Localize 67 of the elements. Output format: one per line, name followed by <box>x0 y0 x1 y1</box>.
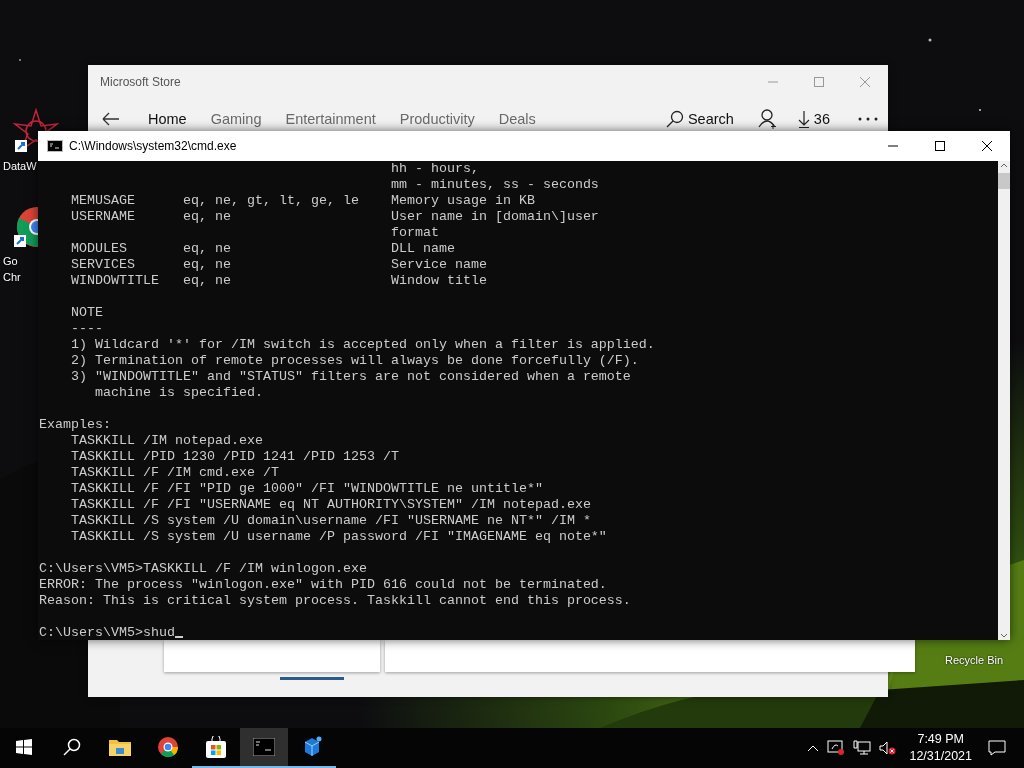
monitor-alert-icon[interactable] <box>827 740 846 756</box>
console-line: NOTE <box>70 305 103 321</box>
console-line: TASKKILL /PID 1230 /PID 1241 /PID 1253 /T <box>70 449 399 465</box>
download-icon <box>797 110 810 128</box>
search-button[interactable]: Search <box>665 110 734 128</box>
console-line: TASKKILL /F /IM cmd.exe /T <box>70 465 279 481</box>
console-line: ERROR: The process "winlogon.exe" with PID 616 could not be terminated. <box>39 577 607 593</box>
browser-icon <box>157 736 179 758</box>
console-line: MODULES eq, ne DLL name <box>70 241 455 257</box>
console-line: TASKKILL /S system /U username /P password /FI "IMAGENAME eq note*" <box>70 529 607 545</box>
scroll-up-icon[interactable] <box>1000 161 1008 169</box>
network-icon[interactable] <box>853 740 872 756</box>
console-line: MEMUSAGE eq, ne, gt, lt, ge, le Memory usage in KB <box>70 193 535 209</box>
clock[interactable]: 7:49 PM 12/31/2021 <box>909 731 972 765</box>
window-title: Microsoft Store <box>100 75 182 89</box>
console-line: machine is specified. <box>94 385 263 401</box>
notification-icon[interactable] <box>988 740 1006 756</box>
close-icon[interactable] <box>980 140 993 152</box>
console-icon <box>253 738 275 756</box>
console-line: TASKKILL /F /FI "USERNAME eq NT AUTHORITY\SYSTEM" /IM notepad.exe <box>70 497 591 513</box>
search-icon <box>63 738 81 756</box>
maximize-icon[interactable] <box>933 140 946 152</box>
scroll-down-icon[interactable] <box>1000 632 1008 640</box>
console-line: TASKKILL /IM notepad.exe <box>70 433 263 449</box>
console-line: SERVICES eq, ne Service name <box>70 257 487 273</box>
console-line: WINDOWTITLE eq, ne Window title <box>70 273 487 289</box>
console-line: 1) Wildcard '*' for /IM switch is accepted only when a filter is applied. <box>70 337 655 353</box>
scroll-indicator <box>280 677 344 680</box>
console-icon <box>47 140 63 152</box>
desktop-icon-label[interactable]: Go <box>3 253 18 269</box>
chevron-up-icon[interactable] <box>807 744 820 752</box>
console-line: USERNAME eq, ne User name in [domain\]user <box>70 209 599 225</box>
console-line: 2) Termination of remote processes will always be done forcefully (/F). <box>70 353 639 369</box>
more-icon[interactable] <box>858 116 878 122</box>
desktop-icon-label[interactable]: Recycle Bin <box>945 652 1004 668</box>
nav-tab[interactable]: Productivity <box>399 111 475 127</box>
shopping-bag-icon <box>205 736 227 758</box>
console-line: mm - minutes, ss - seconds <box>389 177 599 193</box>
console-line: 3) "WINDOWTITLE" and "STATUS" filters are not considered when a remote <box>70 369 631 385</box>
console-line: hh - hours, <box>389 161 479 177</box>
console-line: Reason: This is critical system process. Taskkill cannot end this process. <box>39 593 631 609</box>
console-line: TASKKILL /S system /U domain\username /FI "USERNAME ne NT*" /IM * <box>70 513 591 529</box>
nav-tab[interactable]: Entertainment <box>285 111 376 127</box>
scrollbar[interactable] <box>998 161 1010 640</box>
back-arrow-icon[interactable] <box>102 112 120 126</box>
console-line: Examples: <box>39 417 111 433</box>
scroll-thumb[interactable] <box>998 173 1010 189</box>
console-line: format <box>389 225 439 241</box>
desktop-icon-label[interactable]: DataW <box>3 158 37 174</box>
speaker-muted-icon[interactable] <box>879 740 898 756</box>
search-icon <box>665 110 684 128</box>
console-line: ---- <box>70 321 103 337</box>
nav-tab[interactable]: Gaming <box>210 111 262 127</box>
desktop-icon-label[interactable]: Chr <box>3 269 21 285</box>
person-icon[interactable] <box>757 109 778 129</box>
console-line: C:\Users\VM5>TASKKILL /F /IM winlogon.exe <box>39 561 367 577</box>
windows-logo-icon <box>16 739 32 755</box>
command-prompt: C:\Users\VM5>shud <box>39 625 175 640</box>
window-title: C:\Windows\system32\cmd.exe <box>69 139 238 153</box>
taskbar-button[interactable] <box>240 728 288 768</box>
nav-tab[interactable]: Home <box>148 111 187 127</box>
nav-tab[interactable]: Deals <box>498 111 536 127</box>
console-line: TASKKILL /F /FI "PID ge 1000" /FI "WINDOWTITLE ne untitle*" <box>70 481 543 497</box>
text-cursor <box>175 636 183 638</box>
folder-icon <box>109 738 131 756</box>
console-area[interactable] <box>38 161 998 640</box>
downloads-button[interactable]: 36 <box>797 110 830 128</box>
